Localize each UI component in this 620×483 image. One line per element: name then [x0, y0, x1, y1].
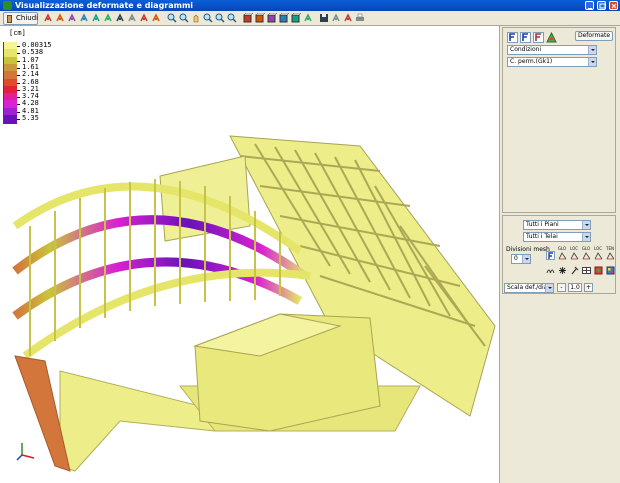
scale-value[interactable]: 1.0	[568, 283, 582, 292]
deformed-shape-icon[interactable]	[546, 32, 557, 43]
rotate-cw-icon[interactable]	[91, 13, 101, 23]
app-icon	[3, 1, 12, 10]
pin-icon[interactable]	[570, 266, 579, 275]
view-back-icon[interactable]	[127, 13, 137, 23]
zoom-out-icon[interactable]	[215, 13, 225, 23]
scale-select[interactable]: Scala def./diag.	[504, 283, 554, 293]
cube-view-3-icon[interactable]	[267, 13, 277, 23]
chevron-down-icon	[545, 284, 553, 292]
toolbar: Chiudi	[0, 11, 620, 26]
conditions-select[interactable]: Condizioni	[507, 45, 597, 55]
frames-select-value: Tutti i Telai	[526, 233, 558, 240]
option-icon-label: GLO	[581, 246, 591, 251]
rotate-ccw-icon[interactable]	[103, 13, 113, 23]
rotate-right-icon[interactable]	[55, 13, 65, 23]
glo-x-icon[interactable]	[558, 251, 567, 260]
load-case-select-value: C. perm.(Gk1)	[510, 58, 553, 65]
structure-model[interactable]	[0, 26, 500, 483]
hand-pan-icon[interactable]	[191, 13, 201, 23]
font-icon[interactable]	[546, 251, 555, 260]
grid-icon[interactable]	[582, 266, 591, 275]
maximize-button[interactable]	[597, 1, 606, 10]
3d-viewport[interactable]: [cm] 0.00315 0.538 1.07 1.61 2.14 2.68 3.21 3.7…	[0, 26, 500, 483]
print-icon[interactable]	[355, 13, 365, 23]
option-icon-label: GLO	[557, 246, 567, 251]
rotate-up-icon[interactable]	[67, 13, 77, 23]
diagram-m-icon[interactable]	[520, 32, 531, 43]
palette-icon[interactable]	[606, 266, 615, 275]
title-bar: Visualizzazione deformate e diagrammi	[0, 0, 620, 11]
cube-view-4-icon[interactable]	[279, 13, 289, 23]
chevron-down-icon	[588, 46, 596, 54]
save-icon[interactable]	[319, 13, 329, 23]
cube-view-5-icon[interactable]	[291, 13, 301, 23]
conditions-select-value: Condizioni	[510, 46, 542, 53]
view-right-icon[interactable]	[151, 13, 161, 23]
cube-view-2-icon[interactable]	[255, 13, 265, 23]
zoom-extents-icon[interactable]	[203, 13, 213, 23]
floors-select-value: Tutti i Piani	[526, 221, 559, 228]
scale-increase-button[interactable]: +	[584, 283, 593, 292]
frames-select[interactable]: Tutti i Telai	[523, 232, 591, 242]
chevron-down-icon	[588, 58, 596, 66]
close-window-button[interactable]	[609, 1, 618, 10]
mesh-select-value: 0	[514, 255, 518, 262]
rotate-down-icon[interactable]	[79, 13, 89, 23]
spring-icon[interactable]	[546, 266, 555, 275]
mesh-select[interactable]: 0	[511, 254, 531, 264]
chevron-down-icon	[582, 233, 590, 241]
option-icon-label: LOC	[569, 246, 579, 251]
diagram-n-icon[interactable]	[507, 32, 518, 43]
render-icon[interactable]	[303, 13, 313, 23]
asterisk-icon[interactable]	[558, 266, 567, 275]
door-icon	[7, 15, 12, 23]
option-icon-label: LOC	[593, 246, 603, 251]
rotate-left-icon[interactable]	[43, 13, 53, 23]
scale-decrease-button[interactable]: -	[557, 283, 566, 292]
glo-y-icon[interactable]	[582, 251, 591, 260]
zoom-previous-icon[interactable]	[227, 13, 237, 23]
copy-image-icon[interactable]	[331, 13, 341, 23]
axis-triad-icon	[16, 443, 35, 461]
chevron-down-icon	[522, 255, 530, 263]
load-case-select[interactable]: C. perm.(Gk1)	[507, 57, 597, 67]
panel-top-group: Deformate Condizioni C. perm.(Gk1)	[502, 27, 616, 213]
deformate-button[interactable]: Deformate	[575, 31, 613, 41]
zoom-window-icon[interactable]	[167, 13, 177, 23]
window-title: Visualizzazione deformate e diagrammi	[15, 1, 194, 10]
cube-view-1-icon[interactable]	[243, 13, 253, 23]
zoom-in-icon[interactable]	[179, 13, 189, 23]
loc-x-icon[interactable]	[570, 251, 579, 260]
mesh-label: Divisioni mesh	[506, 246, 550, 253]
right-panel: Deformate Condizioni C. perm.(Gk1) Tutti…	[500, 26, 620, 483]
export-icon[interactable]	[343, 13, 353, 23]
tension-icon[interactable]	[606, 251, 615, 260]
option-icon-label: TEN	[606, 246, 614, 251]
minimize-button[interactable]	[585, 1, 594, 10]
view-front-icon[interactable]	[115, 13, 125, 23]
color-fill-icon[interactable]	[594, 266, 603, 275]
close-button[interactable]: Chiudi	[3, 12, 38, 25]
floors-select[interactable]: Tutti i Piani	[523, 220, 591, 230]
view-left-icon[interactable]	[139, 13, 149, 23]
close-button-label: Chiudi	[16, 14, 39, 22]
loc-y-icon[interactable]	[594, 251, 603, 260]
diagram-h-icon[interactable]	[533, 32, 544, 43]
panel-bottom-group: Tutti i Piani Tutti i Telai Divisioni me…	[502, 215, 616, 294]
chevron-down-icon	[582, 221, 590, 229]
